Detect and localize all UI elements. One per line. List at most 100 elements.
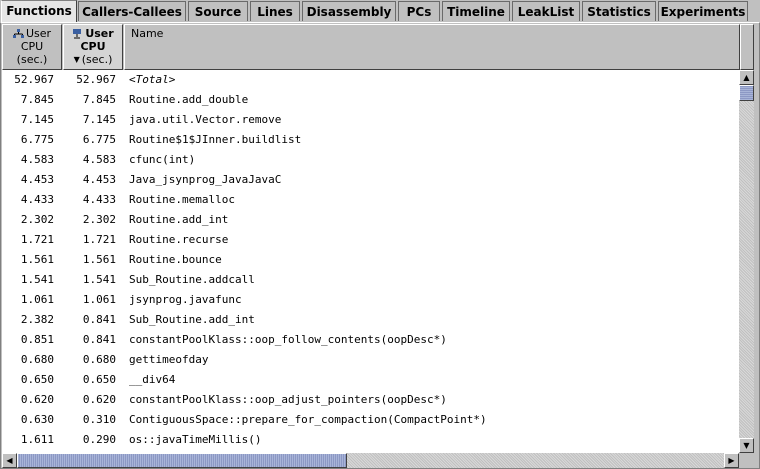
inclusive-value: 1.721 <box>20 233 54 246</box>
table-row[interactable]: 2.302 2.302 Routine.add_int <box>2 210 739 230</box>
vertical-scroll-thumb[interactable] <box>739 85 754 101</box>
horizontal-scrollbar[interactable]: ◀ ▶ <box>2 453 739 468</box>
function-name: gettimeofday <box>129 353 209 366</box>
function-name: Routine$1$JInner.buildlist <box>129 133 302 146</box>
inclusive-value: 0.851 <box>20 333 54 346</box>
tab-disassembly[interactable]: Disassembly <box>302 1 396 21</box>
function-name: cfunc(int) <box>129 153 196 166</box>
table-row[interactable]: 7.845 7.845 Routine.add_double <box>2 90 739 110</box>
table-row[interactable]: 1.061 1.061 jsynprog.javafunc <box>2 290 739 310</box>
function-name: jsynprog.javafunc <box>129 293 242 306</box>
inclusive-value: 52.967 <box>14 73 54 86</box>
exclusive-value: 1.561 <box>82 253 116 266</box>
column-header-label: Name <box>131 27 164 40</box>
exclusive-value: 0.680 <box>82 353 116 366</box>
function-name: Routine.bounce <box>129 253 222 266</box>
table-row[interactable]: 0.851 0.841 constantPoolKlass::oop_follow_… <box>2 330 739 350</box>
table-row[interactable]: 1.541 1.541 Sub_Routine.addcall <box>2 270 739 290</box>
column-header-unit: (sec.) <box>81 53 113 66</box>
exclusive-value: 4.453 <box>82 173 116 186</box>
scroll-up-icon[interactable]: ▲ <box>739 70 754 85</box>
inclusive-value: 0.620 <box>20 393 54 406</box>
function-name: __div64 <box>129 373 176 386</box>
table-row[interactable]: 1.561 1.561 Routine.bounce <box>2 250 739 270</box>
scroll-left-icon[interactable]: ◀ <box>2 453 17 468</box>
function-name: Routine.memalloc <box>129 193 235 206</box>
table-row[interactable]: 0.680 0.680 gettimeofday <box>2 350 739 370</box>
inclusive-metric-icon <box>12 29 24 38</box>
column-header-exclusive-user-cpu[interactable]: User CPU ▼ (sec.) <box>63 24 123 70</box>
exclusive-value: 2.302 <box>82 213 116 226</box>
exclusive-value: 4.583 <box>82 153 116 166</box>
tab-timeline[interactable]: Timeline <box>442 1 510 21</box>
function-name: <Total> <box>129 73 176 86</box>
exclusive-value: 0.841 <box>82 313 116 326</box>
tab-pcs[interactable]: PCs <box>398 1 440 21</box>
function-name: Sub_Routine.add_int <box>129 313 255 326</box>
function-name: Sub_Routine.addcall <box>129 273 255 286</box>
inclusive-value: 4.453 <box>20 173 54 186</box>
inclusive-value: 2.382 <box>20 313 54 326</box>
exclusive-value: 4.433 <box>82 193 116 206</box>
function-name: java.util.Vector.remove <box>129 113 282 126</box>
column-header-label: User <box>85 27 114 40</box>
inclusive-value: 6.775 <box>20 133 54 146</box>
tab-source[interactable]: Source <box>188 1 248 21</box>
column-header-label: User <box>25 27 52 40</box>
scroll-down-icon[interactable]: ▼ <box>739 438 754 453</box>
inclusive-value: 1.541 <box>20 273 54 286</box>
function-name: Routine.add_double <box>129 93 249 106</box>
tab-statistics[interactable]: Statistics <box>582 1 656 21</box>
inclusive-value: 4.433 <box>20 193 54 206</box>
tab-functions[interactable]: Functions <box>1 0 77 23</box>
inclusive-value: 1.561 <box>20 253 54 266</box>
tab-experiments[interactable]: Experiments <box>658 1 748 21</box>
table-row[interactable]: 6.775 6.775 Routine$1$JInner.buildlist <box>2 130 739 150</box>
function-name: ContiguousSpace::prepare_for_compaction(… <box>129 413 487 426</box>
table-row[interactable]: 0.650 0.650 __div64 <box>2 370 739 390</box>
inclusive-value: 0.650 <box>20 373 54 386</box>
function-name: constantPoolKlass::oop_adjust_pointers(o… <box>129 393 447 406</box>
inclusive-value: 2.302 <box>20 213 54 226</box>
function-name: Java_jsynprog_JavaJavaC <box>129 173 282 186</box>
inclusive-value: 0.630 <box>20 413 54 426</box>
inclusive-value: 4.583 <box>20 153 54 166</box>
inclusive-value: 1.611 <box>20 433 54 446</box>
exclusive-value: 7.145 <box>82 113 116 126</box>
table-row[interactable]: 0.630 0.310 ContiguousSpace::prepare_for_c… <box>2 410 739 430</box>
table-row[interactable]: 4.453 4.453 Java_jsynprog_JavaJavaC <box>2 170 739 190</box>
tab-callers-callees[interactable]: Callers-Callees <box>78 1 186 21</box>
tab-bar: Functions Callers-Callees Source Lines D… <box>0 0 760 23</box>
column-header-label: CPU <box>20 40 44 53</box>
scroll-right-icon[interactable]: ▶ <box>724 453 739 468</box>
exclusive-value: 7.845 <box>82 93 116 106</box>
function-name: constantPoolKlass::oop_follow_contents(o… <box>129 333 447 346</box>
column-header-label: CPU <box>80 40 106 53</box>
tab-leaklist[interactable]: LeakList <box>512 1 580 21</box>
inclusive-value: 7.145 <box>20 113 54 126</box>
table-row[interactable]: 1.611 0.290 os::javaTimeMillis() <box>2 430 739 450</box>
exclusive-value: 1.721 <box>82 233 116 246</box>
table-row[interactable]: 52.967 52.967 <Total> <box>2 70 739 90</box>
column-header-inclusive-user-cpu[interactable]: User CPU (sec.) <box>2 24 62 70</box>
exclusive-value: 1.061 <box>82 293 116 306</box>
table-row[interactable]: 2.382 0.841 Sub_Routine.add_int <box>2 310 739 330</box>
inclusive-value: 7.845 <box>20 93 54 106</box>
exclusive-value: 0.620 <box>82 393 116 406</box>
column-header-name[interactable]: Name <box>124 24 740 70</box>
table-row[interactable]: 1.721 1.721 Routine.recurse <box>2 230 739 250</box>
exclusive-value: 0.841 <box>82 333 116 346</box>
table-row[interactable]: 0.620 0.620 constantPoolKlass::oop_adjust_… <box>2 390 739 410</box>
header-corner <box>740 24 754 70</box>
exclusive-value: 0.290 <box>82 433 116 446</box>
exclusive-value: 0.650 <box>82 373 116 386</box>
function-name: Routine.add_int <box>129 213 229 226</box>
vertical-scrollbar[interactable]: ▲ ▼ <box>739 70 754 453</box>
tab-lines[interactable]: Lines <box>250 1 300 21</box>
horizontal-scroll-thumb[interactable] <box>17 453 347 468</box>
scrollbar-corner <box>739 453 754 468</box>
functions-table: 52.967 52.967 <Total> 7.845 7.845 Routine.ad… <box>2 70 739 453</box>
table-row[interactable]: 4.583 4.583 cfunc(int) <box>2 150 739 170</box>
table-row[interactable]: 4.433 4.433 Routine.memalloc <box>2 190 739 210</box>
table-row[interactable]: 7.145 7.145 java.util.Vector.remove <box>2 110 739 130</box>
